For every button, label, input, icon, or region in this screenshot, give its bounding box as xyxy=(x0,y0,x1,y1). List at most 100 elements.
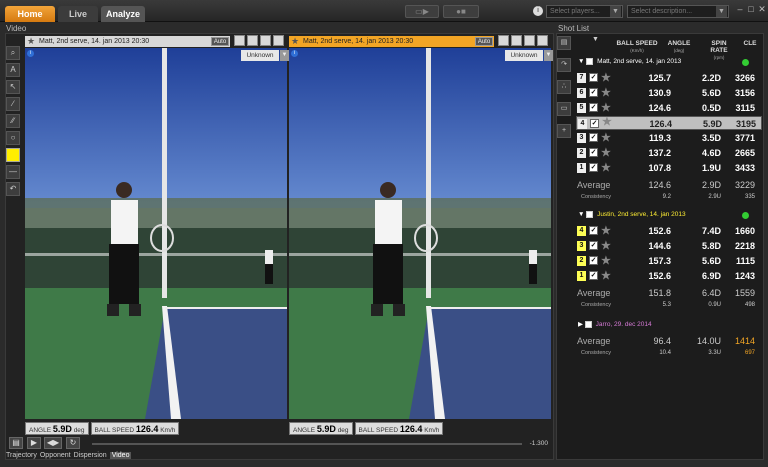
table-row[interactable]: 2 ✓ ★ 137.2 4.6D 2665 xyxy=(576,146,762,160)
folder-icon[interactable]: ▤ xyxy=(557,36,571,50)
camera-button[interactable]: ▭▶ xyxy=(405,5,439,18)
row-checkbox[interactable]: ✓ xyxy=(589,103,598,112)
group-header[interactable]: ▼ Matt, 2nd serve, 14. jan 2013 xyxy=(578,58,681,65)
row-checkbox[interactable]: ✓ xyxy=(589,226,598,235)
description-select[interactable]: Select description... ▼ xyxy=(627,5,729,18)
line-tool-icon[interactable]: ∕ xyxy=(6,97,20,111)
unlink-icon[interactable]: ∴ xyxy=(557,80,571,94)
info-icon[interactable]: i xyxy=(533,6,543,16)
group-header[interactable]: ▶ Jarro, 29. dec 2014 xyxy=(578,320,652,328)
right-auto-button[interactable]: Auto xyxy=(475,37,493,46)
trash-icon[interactable]: ▭ xyxy=(557,102,571,116)
row-checkbox[interactable]: ✓ xyxy=(589,241,598,250)
star-icon[interactable]: ★ xyxy=(601,131,611,144)
undo-icon[interactable]: ↶ xyxy=(6,182,20,196)
row-checkbox[interactable]: ✓ xyxy=(589,73,598,82)
table-row[interactable]: 1 ✓ ★ 107.8 1.9U 3433 xyxy=(576,161,762,175)
sort-icon[interactable]: ▼ xyxy=(592,36,599,43)
single-view-icon[interactable] xyxy=(498,35,509,46)
table-row[interactable]: 2 ✓ ★ 157.3 5.6D 1115 xyxy=(576,254,762,268)
pointer-tool-icon[interactable]: ↖ xyxy=(6,80,20,94)
triple-view-icon[interactable] xyxy=(524,35,535,46)
collapse-icon[interactable]: ▼ xyxy=(578,58,584,65)
star-icon[interactable]: ★ xyxy=(601,269,611,282)
col-angle[interactable]: ANGLE (deg) xyxy=(664,40,694,54)
tab-live[interactable]: Live xyxy=(58,6,98,22)
star-icon[interactable]: ★ xyxy=(601,254,611,267)
right-result-select[interactable]: Unknown ▼ xyxy=(505,50,553,61)
table-row[interactable]: 5 ✓ ★ 124.6 0.5D 3115 xyxy=(576,101,762,115)
expand-icon[interactable]: ▶ xyxy=(578,321,583,328)
close-icon[interactable]: ✕ xyxy=(757,4,767,14)
left-video-frame[interactable] xyxy=(25,48,287,419)
tab-dispersion[interactable]: Dispersion xyxy=(74,452,107,459)
row-checkbox[interactable]: ✓ xyxy=(589,133,598,142)
play-button[interactable]: ▶ xyxy=(27,437,41,449)
right-video-frame[interactable] xyxy=(289,48,551,419)
tab-trajectory[interactable]: Trajectory xyxy=(6,452,37,459)
step-button[interactable]: ◀▶ xyxy=(44,437,62,449)
circle-tool-icon[interactable]: ○ xyxy=(6,131,20,145)
players-select[interactable]: Select players... ▼ xyxy=(546,5,623,18)
row-checkbox[interactable]: ✓ xyxy=(589,271,598,280)
color-swatch[interactable] xyxy=(6,148,20,162)
group-checkbox[interactable] xyxy=(586,211,594,218)
double-line-tool-icon[interactable]: ∕∕ xyxy=(6,114,20,128)
table-row[interactable]: 7 ✓ ★ 125.7 2.2D 3266 xyxy=(576,71,762,85)
star-icon[interactable]: ★ xyxy=(601,146,611,159)
row-checkbox[interactable]: ✓ xyxy=(589,148,598,157)
triple-view-icon[interactable] xyxy=(260,35,271,46)
tab-opponent[interactable]: Opponent xyxy=(40,452,71,459)
table-row[interactable]: 1 ✓ ★ 152.6 6.9D 1243 xyxy=(576,269,762,283)
group-checkbox[interactable] xyxy=(584,320,592,328)
thickness-tool-icon[interactable]: — xyxy=(6,165,20,179)
left-auto-button[interactable]: Auto xyxy=(211,37,229,46)
quad-view-icon[interactable] xyxy=(537,35,548,46)
table-row[interactable]: 4 ✓ ★ 152.6 7.4D 1660 xyxy=(576,224,762,238)
cell-speed: 144.6 xyxy=(648,241,671,251)
tab-analyze[interactable]: Analyze xyxy=(101,6,145,22)
table-row[interactable]: 3 ✓ ★ 144.6 5.8D 2218 xyxy=(576,239,762,253)
text-tool-icon[interactable]: A xyxy=(6,63,20,77)
star-icon[interactable]: ★ xyxy=(601,239,611,252)
row-checkbox[interactable]: ✓ xyxy=(589,256,598,265)
loop-icon[interactable]: ↻ xyxy=(66,437,80,449)
star-icon[interactable]: ★ xyxy=(601,86,611,99)
star-icon[interactable]: ★ xyxy=(601,161,611,174)
star-icon[interactable]: ★ xyxy=(601,71,611,84)
minimize-icon[interactable]: – xyxy=(735,4,745,14)
zoom-tool-icon[interactable]: ⌕ xyxy=(6,46,20,60)
table-row[interactable]: 3 ✓ ★ 119.3 3.5D 3771 xyxy=(576,131,762,145)
group-checkbox[interactable] xyxy=(586,58,594,65)
single-view-icon[interactable] xyxy=(234,35,245,46)
info-icon[interactable]: i xyxy=(291,50,298,57)
tab-video[interactable]: Video xyxy=(109,452,132,459)
star-icon[interactable]: ★ xyxy=(601,101,611,114)
split-view-icon[interactable] xyxy=(511,35,522,46)
row-checkbox[interactable]: ✓ xyxy=(590,119,599,128)
table-row[interactable]: 6 ✓ ★ 130.9 5.6D 3156 xyxy=(576,86,762,100)
row-checkbox[interactable]: ✓ xyxy=(589,88,598,97)
maximize-icon[interactable]: □ xyxy=(746,4,756,14)
quad-view-icon[interactable] xyxy=(273,35,284,46)
star-icon[interactable]: ★ xyxy=(291,36,299,47)
filter-icon[interactable]: ↷ xyxy=(557,58,571,72)
record-button[interactable]: ●■ xyxy=(443,5,479,18)
collapse-icon[interactable]: ▼ xyxy=(578,211,584,218)
table-row-selected[interactable]: 4 ✓ ★ 126.4 5.9D 3195 xyxy=(576,116,762,130)
tab-home[interactable]: Home xyxy=(5,6,55,22)
info-icon[interactable]: i xyxy=(27,50,34,57)
split-view-icon[interactable] xyxy=(247,35,258,46)
star-icon[interactable]: ★ xyxy=(602,117,612,128)
row-checkbox[interactable]: ✓ xyxy=(589,163,598,172)
col-spin-rate[interactable]: SPIN RATE (rpm) xyxy=(702,40,736,61)
star-icon[interactable]: ★ xyxy=(27,36,35,47)
star-icon[interactable]: ★ xyxy=(601,224,611,237)
group-header[interactable]: ▼ Justin, 2nd serve, 14. jan 2013 xyxy=(578,211,686,218)
col-ball-speed[interactable]: BALL SPEED (Km/h) xyxy=(616,40,658,54)
left-result-select[interactable]: Unknown ▼ xyxy=(241,50,289,61)
col-cle[interactable]: CLE xyxy=(742,40,758,47)
timeline-slider[interactable] xyxy=(92,443,522,445)
add-icon[interactable]: + xyxy=(557,124,571,138)
lock-icon[interactable]: ▤ xyxy=(9,437,23,449)
